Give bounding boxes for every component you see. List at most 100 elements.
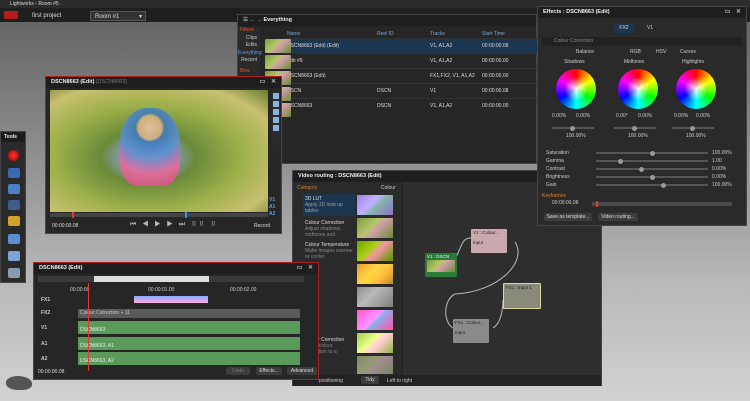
effect-thumbnail[interactable]	[357, 333, 393, 353]
save-template-button[interactable]: Save as template...	[544, 213, 592, 221]
tab-fx2[interactable]: FX2	[614, 24, 634, 33]
tool-icon[interactable]	[273, 93, 279, 99]
param-slider[interactable]	[596, 150, 708, 156]
track-v1[interactable]: V1	[269, 197, 275, 203]
timeline-overview[interactable]	[38, 276, 304, 282]
v1-clip[interactable]: DSCN8663	[78, 321, 300, 334]
playhead[interactable]	[72, 212, 74, 218]
category-item[interactable]: Colour Correction Adjust shadows, midtone…	[305, 220, 353, 238]
folder-tool-icon[interactable]	[8, 216, 20, 226]
filter-everything[interactable]: Everything	[238, 50, 262, 58]
bin-tool-icon[interactable]	[8, 200, 20, 210]
track-label-a1[interactable]: A1	[41, 341, 47, 347]
col-reel[interactable]: Reel ID	[374, 30, 427, 38]
param-slider[interactable]	[596, 182, 708, 188]
param-slider[interactable]	[596, 166, 708, 172]
tidy-button[interactable]: Tidy	[361, 376, 379, 384]
col-tracks[interactable]: Tracks	[427, 30, 479, 38]
filter-clips[interactable]: Clips	[238, 35, 260, 43]
sequence-tool-icon[interactable]	[8, 168, 20, 178]
slider-knob[interactable]	[690, 125, 695, 131]
video-frame[interactable]	[50, 90, 268, 212]
col-name[interactable]: Name	[284, 30, 374, 38]
track-a2[interactable]: A2	[269, 211, 275, 217]
effect-thumbnail[interactable]	[357, 264, 393, 284]
timeline-playhead[interactable]	[88, 283, 89, 371]
track-label-fx1[interactable]: FX1	[41, 297, 50, 303]
table-row[interactable]: DSCN8663 DSCN V1, A1,A2 00:00:00.00	[284, 97, 537, 113]
effect-thumbnail[interactable]	[357, 356, 393, 374]
param-slider[interactable]	[596, 174, 708, 180]
a2-clip[interactable]: DSCN8663, A2	[78, 352, 300, 365]
slider-knob[interactable]	[660, 182, 666, 188]
effect-thumbnail[interactable]	[357, 218, 393, 238]
window-controls-icon[interactable]: ▭ ✕	[725, 7, 743, 18]
highlights-colour-wheel[interactable]	[676, 69, 716, 109]
window-controls-icon[interactable]: ▭ ✕	[297, 263, 315, 274]
slider-knob[interactable]	[650, 150, 655, 156]
keyframe-track[interactable]	[592, 201, 732, 207]
track-a1[interactable]: A1	[269, 204, 275, 210]
a1-clip[interactable]: DSCN8663, A1	[78, 337, 300, 350]
tab-project[interactable]: first project	[32, 11, 61, 21]
shadows-level-slider[interactable]	[552, 125, 594, 131]
effects-button[interactable]: Effects...	[256, 367, 282, 375]
transport-controls-icon[interactable]: ⏮ ◀ ▶ ▶ ⏭ ▯▯ ▯	[130, 221, 218, 229]
filter-recent[interactable]: Recent	[238, 57, 260, 65]
midtones-colour-wheel[interactable]	[618, 69, 658, 109]
window-controls-icon[interactable]: ▭ ✕	[260, 77, 278, 88]
mark-out[interactable]	[185, 212, 187, 218]
category-item[interactable]: Colour Temperature Make images warmer or …	[305, 242, 353, 260]
tab-v1[interactable]: V1	[642, 24, 658, 33]
effect-thumbnail[interactable]	[357, 195, 393, 215]
slider-knob[interactable]	[639, 166, 645, 172]
track-label-a2[interactable]: A2	[41, 356, 47, 362]
highlights-level-slider[interactable]	[672, 125, 714, 131]
col-start[interactable]: Start Time	[479, 30, 537, 38]
midtones-level-slider[interactable]	[614, 125, 656, 131]
table-row[interactable]: DSCN8663 (Edit) (Edit) V1, A1,A2 00:00:00.…	[284, 37, 537, 53]
fx-node[interactable]: FX1 : Colour... Input	[453, 319, 489, 343]
slider-knob[interactable]	[570, 125, 575, 131]
slider-knob[interactable]	[650, 174, 655, 180]
track-label-v1[interactable]: V1	[41, 325, 47, 331]
effect-thumbnail[interactable]	[357, 310, 393, 330]
overview-range[interactable]	[94, 276, 209, 282]
export-tool-icon[interactable]	[8, 234, 20, 244]
room-select[interactable]: Room #1 ▾	[90, 11, 146, 21]
mode-balance[interactable]: Balance	[576, 49, 594, 55]
list-tool-icon[interactable]	[8, 184, 20, 194]
keyframe-marker[interactable]	[596, 201, 598, 207]
advanced-button[interactable]: Advanced	[287, 367, 317, 375]
tool-icon[interactable]	[273, 101, 279, 107]
record-tool-icon[interactable]	[8, 150, 19, 161]
effect-thumbnail[interactable]	[357, 287, 393, 307]
tool-icon[interactable]	[273, 125, 279, 131]
users-tool-icon[interactable]	[8, 268, 20, 278]
slider-knob[interactable]	[617, 158, 623, 164]
param-slider[interactable]	[596, 158, 708, 164]
colour-node[interactable]: V1 : Colour... Input	[471, 229, 507, 253]
mode-hsv[interactable]: HSV	[656, 49, 666, 55]
fx1-clip[interactable]	[134, 296, 208, 303]
record-label[interactable]: Record	[254, 223, 270, 229]
category-select[interactable]: Colour	[381, 185, 396, 191]
viewer-scrubber[interactable]	[50, 212, 268, 218]
video-routing-button[interactable]: Video routing...	[598, 213, 638, 221]
nav-arrows-icon[interactable]: ☰ ← →	[243, 17, 264, 23]
table-row[interactable]: DSCN DSCN V1 00:00:00.08	[284, 82, 537, 98]
effect-thumbnail[interactable]	[357, 241, 393, 261]
tool-icon[interactable]	[273, 117, 279, 123]
undo-button[interactable]: Undo	[226, 367, 250, 375]
source-node[interactable]: V1 : DSCN	[425, 253, 457, 277]
mode-rgb[interactable]: RGB	[630, 49, 641, 55]
output-node[interactable]: FX1 : Input 1	[503, 283, 541, 309]
fx2-clip[interactable]: Colour Correction + 11	[78, 309, 300, 318]
category-item[interactable]: 3D LUT Apply 3D look up tables	[305, 196, 353, 214]
shadows-colour-wheel[interactable]	[556, 69, 596, 109]
tool-icon[interactable]	[273, 109, 279, 115]
lightworks-logo-icon[interactable]	[4, 11, 18, 19]
table-row[interactable]: Edit #9 V1, A1,A2 00:00:00.00	[284, 52, 537, 68]
direction-select[interactable]: Left to right	[387, 378, 412, 384]
import-tool-icon[interactable]	[8, 251, 20, 261]
